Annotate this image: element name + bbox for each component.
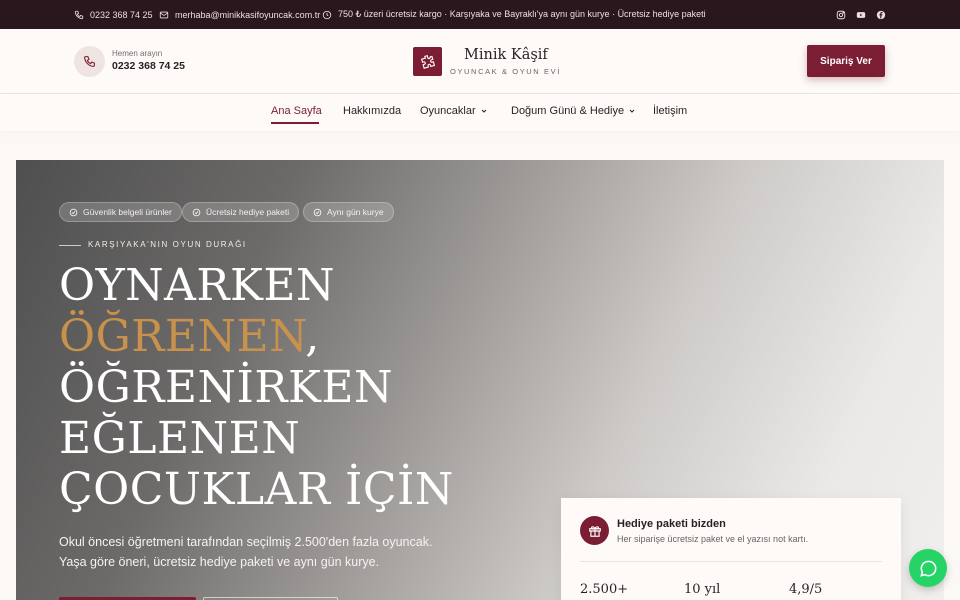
site-header: Hemen arayın 0232 368 74 25 Minik Kâşif …	[0, 29, 960, 94]
youtube-icon[interactable]	[855, 9, 866, 20]
logo-mark[interactable]	[413, 47, 442, 76]
badge-label: Ücretsiz hediye paketi	[206, 207, 290, 217]
clock-icon	[322, 10, 332, 19]
check-circle-icon	[313, 208, 322, 216]
call-number[interactable]: 0232 368 74 25	[112, 60, 185, 72]
topbar-notice-text: 750 ₺ üzeri ücretsiz kargo · Karşıyaka v…	[338, 9, 706, 19]
chevron-down-icon	[481, 109, 486, 113]
check-circle-icon	[192, 208, 201, 216]
stat-value: 2.500+	[580, 582, 629, 597]
divider	[580, 561, 882, 562]
eyebrow-line	[59, 245, 81, 246]
chevron-down-icon	[629, 109, 635, 113]
badge-same-day: Aynı gün kurye	[303, 202, 394, 222]
badge-safety: Güvenlik belgeli ürünler	[59, 202, 182, 222]
topbar-notice: 750 ₺ üzeri ücretsiz kargo · Karşıyaka v…	[322, 0, 706, 29]
hero-headline: OYNARKEN ÖĞRENEN, ÖĞRENİRKEN EĞLENEN ÇOC…	[59, 260, 454, 515]
stat-value: 4,9/5	[789, 582, 823, 597]
nav-item-home[interactable]: Ana Sayfa	[271, 105, 322, 117]
nav-item-label: Doğum Günü & Hediye	[511, 105, 625, 117]
nav-item-about[interactable]: Hakkımızda	[343, 105, 401, 117]
nav-item-label: Oyuncaklar	[420, 105, 476, 117]
phone-icon	[84, 56, 95, 67]
description-line: Yaşa göre öneri, ücretsiz hediye paketi …	[59, 555, 380, 569]
logo-title[interactable]: Minik Kâşif	[464, 47, 548, 63]
nav-item-contact[interactable]: İletişim	[653, 105, 687, 117]
headline-line: ÇOCUKLAR İÇİN	[59, 464, 454, 515]
chat-bubble-icon	[919, 560, 936, 577]
nav-item-label: Ana Sayfa	[271, 105, 322, 117]
instagram-icon[interactable]	[835, 9, 846, 20]
mail-icon	[159, 11, 169, 18]
check-circle-icon	[69, 208, 78, 216]
topbar-email-text: merhaba@minikkasifoyuncak.com.tr	[175, 9, 321, 20]
gift-icon	[580, 516, 609, 545]
phone-icon	[74, 10, 84, 19]
order-button[interactable]: Sipariş Ver	[807, 45, 885, 77]
headline-line: EĞLENEN	[59, 413, 301, 464]
call-label: Hemen arayın	[112, 49, 163, 58]
hero-description: Okul öncesi öğretmeni tarafından seçilmi…	[59, 532, 479, 572]
top-bar: 0232 368 74 25 merhaba@minikkasifoyuncak…	[0, 0, 960, 29]
topbar-phone-text: 0232 368 74 25	[90, 9, 153, 20]
badge-label: Aynı gün kurye	[327, 207, 384, 217]
badge-label: Güvenlik belgeli ürünler	[83, 207, 172, 217]
call-button[interactable]	[74, 46, 105, 77]
nav-item-label: İletişim	[653, 105, 688, 117]
headline-highlight: ÖĞRENEN	[59, 311, 306, 362]
headline-line: ÖĞRENİRKEN	[59, 362, 393, 413]
main-nav: Ana Sayfa Hakkımızda Oyuncaklar Doğum Gü…	[0, 94, 960, 131]
nav-active-underline	[271, 122, 319, 124]
headline-line: ÖĞRENEN,	[59, 311, 454, 362]
hero-eyebrow: KARŞIYAKA'NIN OYUN DURAĞI	[88, 240, 247, 249]
topbar-email[interactable]: merhaba@minikkasifoyuncak.com.tr	[159, 0, 320, 29]
logo-subtitle: OYUNCAK & OYUN EVİ	[450, 67, 561, 76]
headline-comma: ,	[305, 311, 320, 362]
whatsapp-button[interactable]	[909, 549, 947, 587]
stat-value: 10 yıl	[684, 582, 721, 597]
gift-card: Hediye paketi bizden Her siparişe ücrets…	[561, 498, 901, 600]
description-line: Okul öncesi öğretmeni tarafından seçilmi…	[59, 535, 433, 549]
topbar-phone[interactable]: 0232 368 74 25	[74, 0, 153, 29]
nav-item-birthday-gift[interactable]: Doğum Günü & Hediye	[511, 105, 636, 117]
gift-card-title: Hediye paketi bizden	[617, 518, 726, 530]
headline-line: OYNARKEN	[59, 260, 336, 311]
puzzle-icon	[421, 55, 435, 69]
gift-card-subtitle: Her siparişe ücretsiz paket ve el yazısı…	[617, 534, 809, 544]
badge-gift-wrap: Ücretsiz hediye paketi	[182, 202, 300, 222]
nav-item-toys[interactable]: Oyuncaklar	[420, 105, 488, 117]
facebook-icon[interactable]	[875, 9, 886, 20]
nav-item-label: Hakkımızda	[343, 105, 402, 117]
